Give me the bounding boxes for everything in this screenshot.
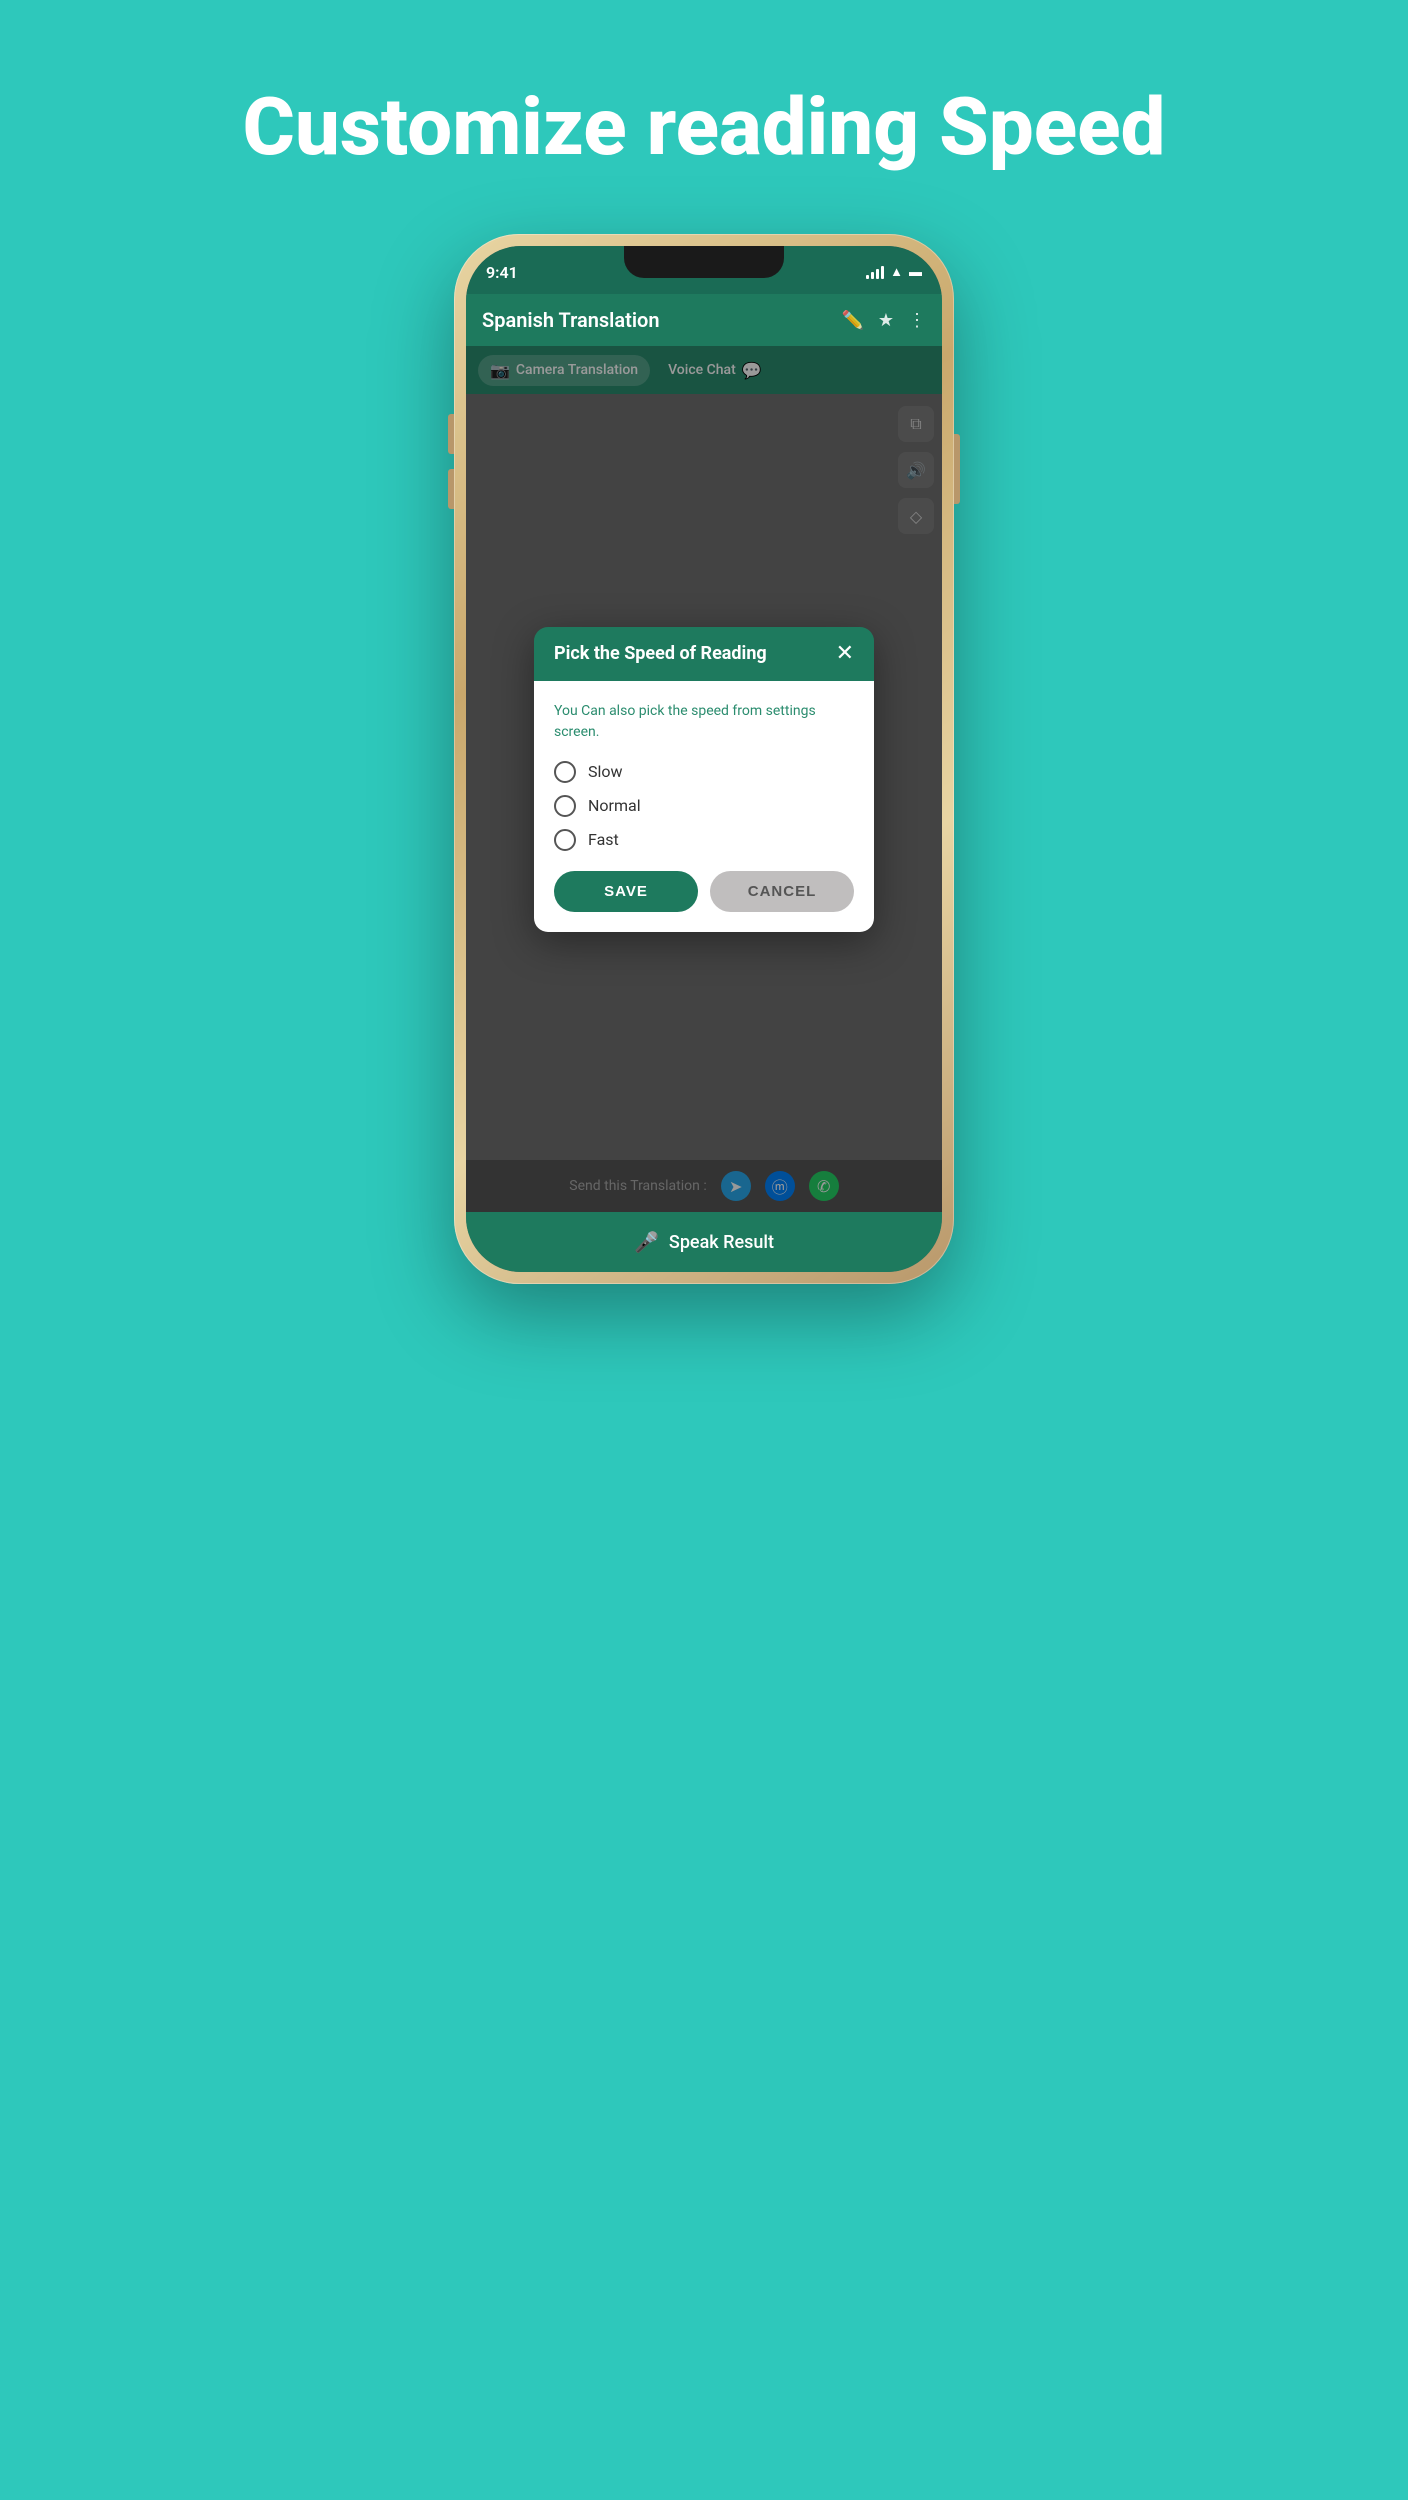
app-header: Spanish Translation ✏️ ★ ⋮ (466, 294, 942, 346)
signal-icon (866, 265, 884, 279)
status-time: 9:41 (486, 259, 518, 282)
dialog-actions: SAVE CANCEL (554, 871, 854, 916)
save-button[interactable]: SAVE (554, 871, 698, 912)
radio-slow-circle (554, 761, 576, 783)
star-icon[interactable]: ★ (878, 310, 894, 331)
dialog-header: Pick the Speed of Reading ✕ (534, 627, 874, 681)
wifi-icon: ▲ (890, 264, 903, 280)
power-button[interactable] (954, 434, 960, 504)
radio-normal-circle (554, 795, 576, 817)
speak-bar[interactable]: 🎤 Speak Result (466, 1212, 942, 1272)
status-icons: ▲ ▬ (866, 260, 922, 280)
speak-label: Speak Result (669, 1232, 774, 1253)
header-icons: ✏️ ★ ⋮ (841, 310, 926, 331)
dialog-title: Pick the Speed of Reading (554, 643, 767, 664)
dialog-body: You Can also pick the speed from setting… (534, 681, 874, 932)
radio-normal[interactable]: Normal (554, 795, 854, 817)
dialog-overlay: Pick the Speed of Reading ✕ You Can also… (466, 346, 942, 1212)
radio-fast-label: Fast (588, 830, 619, 849)
speed-radio-group: Slow Normal Fast (554, 761, 854, 851)
cancel-button[interactable]: CANCEL (710, 871, 854, 912)
volume-up-button[interactable] (448, 414, 454, 454)
phone-shell: 9:41 ▲ ▬ Spanish Translation ✏️ ★ ⋮ (454, 234, 954, 1284)
microphone-icon: 🎤 (634, 1230, 659, 1254)
app-header-title: Spanish Translation (482, 308, 660, 332)
speed-dialog: Pick the Speed of Reading ✕ You Can also… (534, 627, 874, 932)
volume-down-button[interactable] (448, 469, 454, 509)
battery-icon: ▬ (909, 264, 922, 280)
radio-slow[interactable]: Slow (554, 761, 854, 783)
more-icon[interactable]: ⋮ (908, 310, 926, 331)
phone-notch (624, 246, 784, 278)
radio-normal-label: Normal (588, 796, 641, 815)
radio-fast[interactable]: Fast (554, 829, 854, 851)
page-title: Customize reading Speed (182, 80, 1225, 174)
dialog-description: You Can also pick the speed from setting… (554, 701, 854, 743)
dialog-close-button[interactable]: ✕ (836, 643, 854, 665)
radio-slow-label: Slow (588, 762, 623, 781)
phone-screen: 9:41 ▲ ▬ Spanish Translation ✏️ ★ ⋮ (466, 246, 942, 1272)
radio-fast-circle (554, 829, 576, 851)
pen-icon[interactable]: ✏️ (841, 310, 863, 331)
